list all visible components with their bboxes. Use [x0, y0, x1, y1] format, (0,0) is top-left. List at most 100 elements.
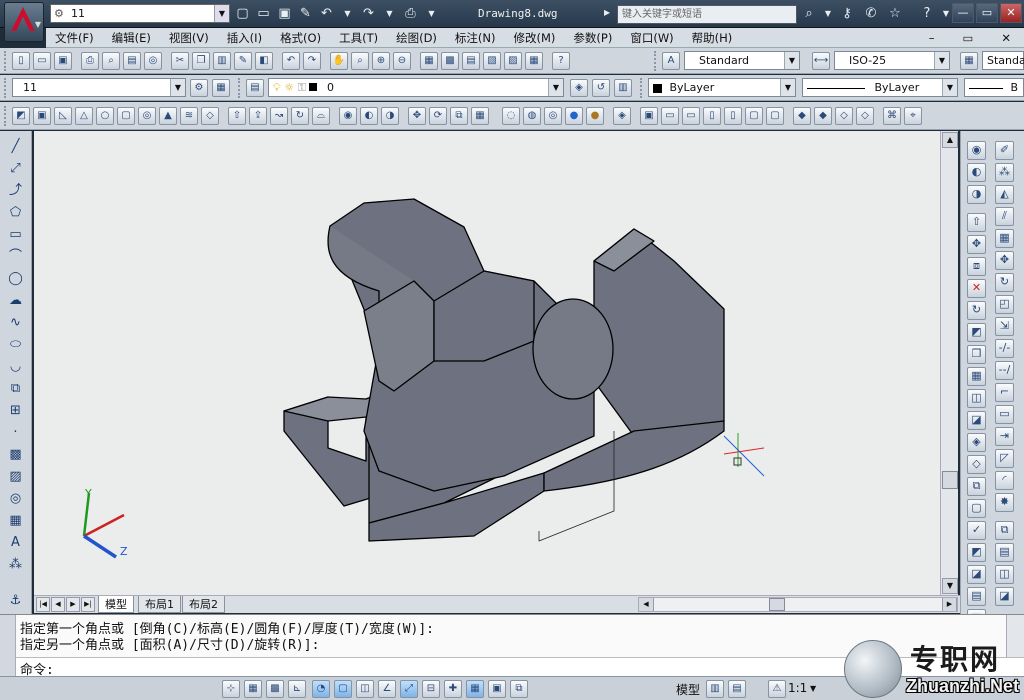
3d-align-icon[interactable]: ⧉ — [450, 107, 468, 125]
revolve-icon[interactable]: ↻ — [291, 107, 309, 125]
menu-edit[interactable]: 编辑(E) — [103, 28, 160, 47]
sw-isometric-icon[interactable]: ◆ — [793, 107, 811, 125]
ortho-mode-icon[interactable]: ⊾ — [288, 680, 306, 698]
layer-select[interactable]: 💡︎ ☼ ⚿ 0 ▼ — [268, 78, 564, 97]
slice-icon[interactable]: ◪ — [967, 565, 986, 584]
intersect-icon[interactable]: ◑ — [381, 107, 399, 125]
rectangle-icon[interactable]: ▭ — [6, 227, 25, 246]
application-menu-button[interactable]: ▼ — [4, 2, 44, 42]
chevron-down-icon[interactable]: ▼ — [934, 52, 949, 69]
redo-icon[interactable]: ↷ — [360, 5, 377, 22]
taper-faces-icon[interactable]: ◩ — [967, 323, 986, 342]
copy-icon[interactable]: ❐ — [192, 52, 210, 70]
lineweight-toggle-icon[interactable]: ✚ — [444, 680, 462, 698]
doc-minimize-icon[interactable]: – — [920, 28, 944, 48]
scroll-down-icon[interactable]: ▼ — [942, 578, 958, 594]
spline-icon[interactable]: ∿ — [6, 315, 25, 334]
quick-view-layouts-icon[interactable]: ▥ — [706, 680, 724, 698]
first-tab-icon[interactable]: |◀ — [36, 597, 50, 612]
construction-line-icon[interactable]: ⤢ — [6, 161, 25, 180]
workspace-select[interactable]: ⚙ 11 ▼ — [50, 4, 230, 23]
vertical-scrollbar[interactable]: ▲ ▼ — [940, 131, 958, 595]
toolbar-grip[interactable] — [4, 78, 8, 98]
line-icon[interactable]: ╱ — [6, 139, 25, 158]
command-line-grip[interactable] — [0, 615, 16, 677]
separate-icon[interactable]: ⧉ — [967, 477, 986, 496]
chamfer-icon[interactable]: ◸ — [995, 449, 1014, 468]
object-snap-icon[interactable]: ▢ — [334, 680, 352, 698]
check-icon[interactable]: ✓ — [967, 521, 986, 540]
polygon-icon[interactable]: ⬠ — [6, 205, 25, 224]
tab-layout1[interactable]: 布局1 — [138, 596, 181, 613]
paste-icon[interactable]: ▥ — [213, 52, 231, 70]
dimension-style-icon[interactable]: ⟷ — [812, 52, 830, 70]
drawing-canvas[interactable]: Y Z — [34, 131, 958, 595]
text-style-select[interactable]: Standard ▼ — [684, 51, 800, 70]
navigation-icon[interactable]: ⚓︎ — [6, 593, 25, 612]
scroll-up-icon[interactable]: ▲ — [942, 132, 958, 148]
send-back-icon[interactable]: ◪ — [995, 587, 1014, 606]
text-style-icon[interactable]: A — [662, 52, 680, 70]
annotation-scale-value[interactable]: 1:1 — [788, 681, 807, 695]
favorites-star-icon[interactable]: ☆ — [886, 5, 904, 22]
presspull-icon[interactable]: ⇪ — [249, 107, 267, 125]
selection-cycling-icon[interactable]: ⧉ — [510, 680, 528, 698]
add-selected-icon[interactable]: ⁂ — [6, 557, 25, 576]
toolbar-grip[interactable] — [654, 51, 658, 71]
erase-icon[interactable]: ✐ — [995, 141, 1014, 160]
subtract-icon[interactable]: ◐ — [360, 107, 378, 125]
make-block-icon[interactable]: ⊞ — [6, 403, 25, 422]
zoom-realtime-icon[interactable]: ⌕ — [351, 52, 369, 70]
table-icon[interactable]: ▦ — [6, 513, 25, 532]
dynamic-input-icon[interactable]: ⊟ — [422, 680, 440, 698]
dynamic-ucs-icon[interactable]: ⤢ — [400, 680, 418, 698]
stretch-icon[interactable]: ⇲ — [995, 317, 1014, 336]
layer-previous-icon[interactable]: ↺ — [592, 79, 610, 97]
ellipse-arc-icon[interactable]: ◡ — [6, 359, 25, 378]
delete-faces-icon[interactable]: ✕ — [967, 279, 986, 298]
multiline-text-icon[interactable]: A — [6, 535, 25, 554]
transparency-icon[interactable]: ▦ — [466, 680, 484, 698]
offset-faces-icon[interactable]: ⧈ — [967, 257, 986, 276]
menu-help[interactable]: 帮助(H) — [683, 28, 742, 47]
save-as-icon[interactable]: ✎ — [297, 5, 314, 22]
chevron-down-icon[interactable]: ▼ — [780, 79, 795, 96]
quickcalc-icon[interactable]: ▦ — [525, 52, 543, 70]
gradient-icon[interactable]: ▨ — [6, 469, 25, 488]
insert-block-icon[interactable]: ⧉ — [6, 381, 25, 400]
pan-icon[interactable]: ✋ — [330, 52, 348, 70]
union-icon[interactable]: ◉ — [967, 141, 986, 160]
menu-modify[interactable]: 修改(M) — [505, 28, 565, 47]
3d-dwf-icon[interactable]: ◎ — [144, 52, 162, 70]
ne-isometric-icon[interactable]: ◇ — [835, 107, 853, 125]
trim-icon[interactable]: -/- — [995, 339, 1014, 358]
intersect-icon[interactable]: ◑ — [967, 185, 986, 204]
planar-surface-icon[interactable]: ◇ — [201, 107, 219, 125]
fillet-icon[interactable]: ◜ — [995, 471, 1014, 490]
menu-insert[interactable]: 插入(I) — [218, 28, 271, 47]
publish-icon[interactable]: ▤ — [123, 52, 141, 70]
view-left-icon[interactable]: ▯ — [703, 107, 721, 125]
rotate-faces-icon[interactable]: ↻ — [967, 301, 986, 320]
color-select[interactable]: ByLayer ▼ — [648, 78, 796, 97]
3d-move-icon[interactable]: ✥ — [408, 107, 426, 125]
clean-icon[interactable]: ◇ — [967, 455, 986, 474]
menu-view[interactable]: 视图(V) — [160, 28, 218, 47]
plot-icon[interactable]: ⎙ — [81, 52, 99, 70]
save-icon[interactable]: ▣ — [276, 5, 293, 22]
torus-icon[interactable]: ◎ — [138, 107, 156, 125]
chevron-down-icon[interactable]: ▼ — [339, 5, 356, 22]
rotate-icon[interactable]: ↻ — [995, 273, 1014, 292]
chevron-down-icon[interactable]: ▼ — [381, 5, 398, 22]
chevron-down-icon[interactable]: ▼ — [942, 79, 957, 96]
scroll-right-icon[interactable]: ▶ — [942, 598, 957, 611]
menu-dimension[interactable]: 标注(N) — [446, 28, 505, 47]
close-button[interactable]: ✕ — [1000, 3, 1022, 23]
move-icon[interactable]: ✥ — [995, 251, 1014, 270]
new-file-icon[interactable]: ▢ — [234, 5, 251, 22]
helix-icon[interactable]: ≋ — [180, 107, 198, 125]
view-front-icon[interactable]: ▢ — [745, 107, 763, 125]
design-center-icon[interactable]: ▩ — [441, 52, 459, 70]
offset-icon[interactable]: ⫽ — [995, 207, 1014, 226]
bring-front-icon[interactable]: ◫ — [995, 565, 1014, 584]
